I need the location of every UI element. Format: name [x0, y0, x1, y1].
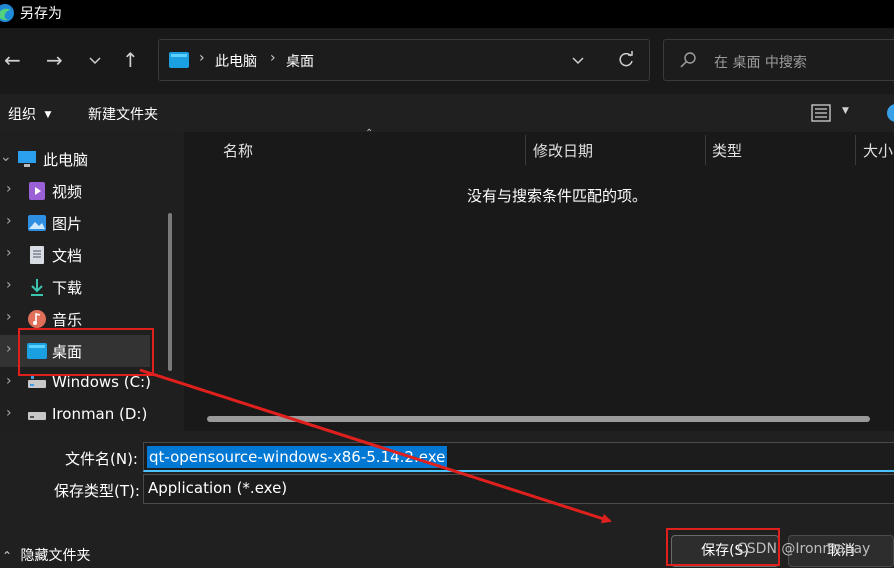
annotation-arrow	[139, 368, 612, 524]
